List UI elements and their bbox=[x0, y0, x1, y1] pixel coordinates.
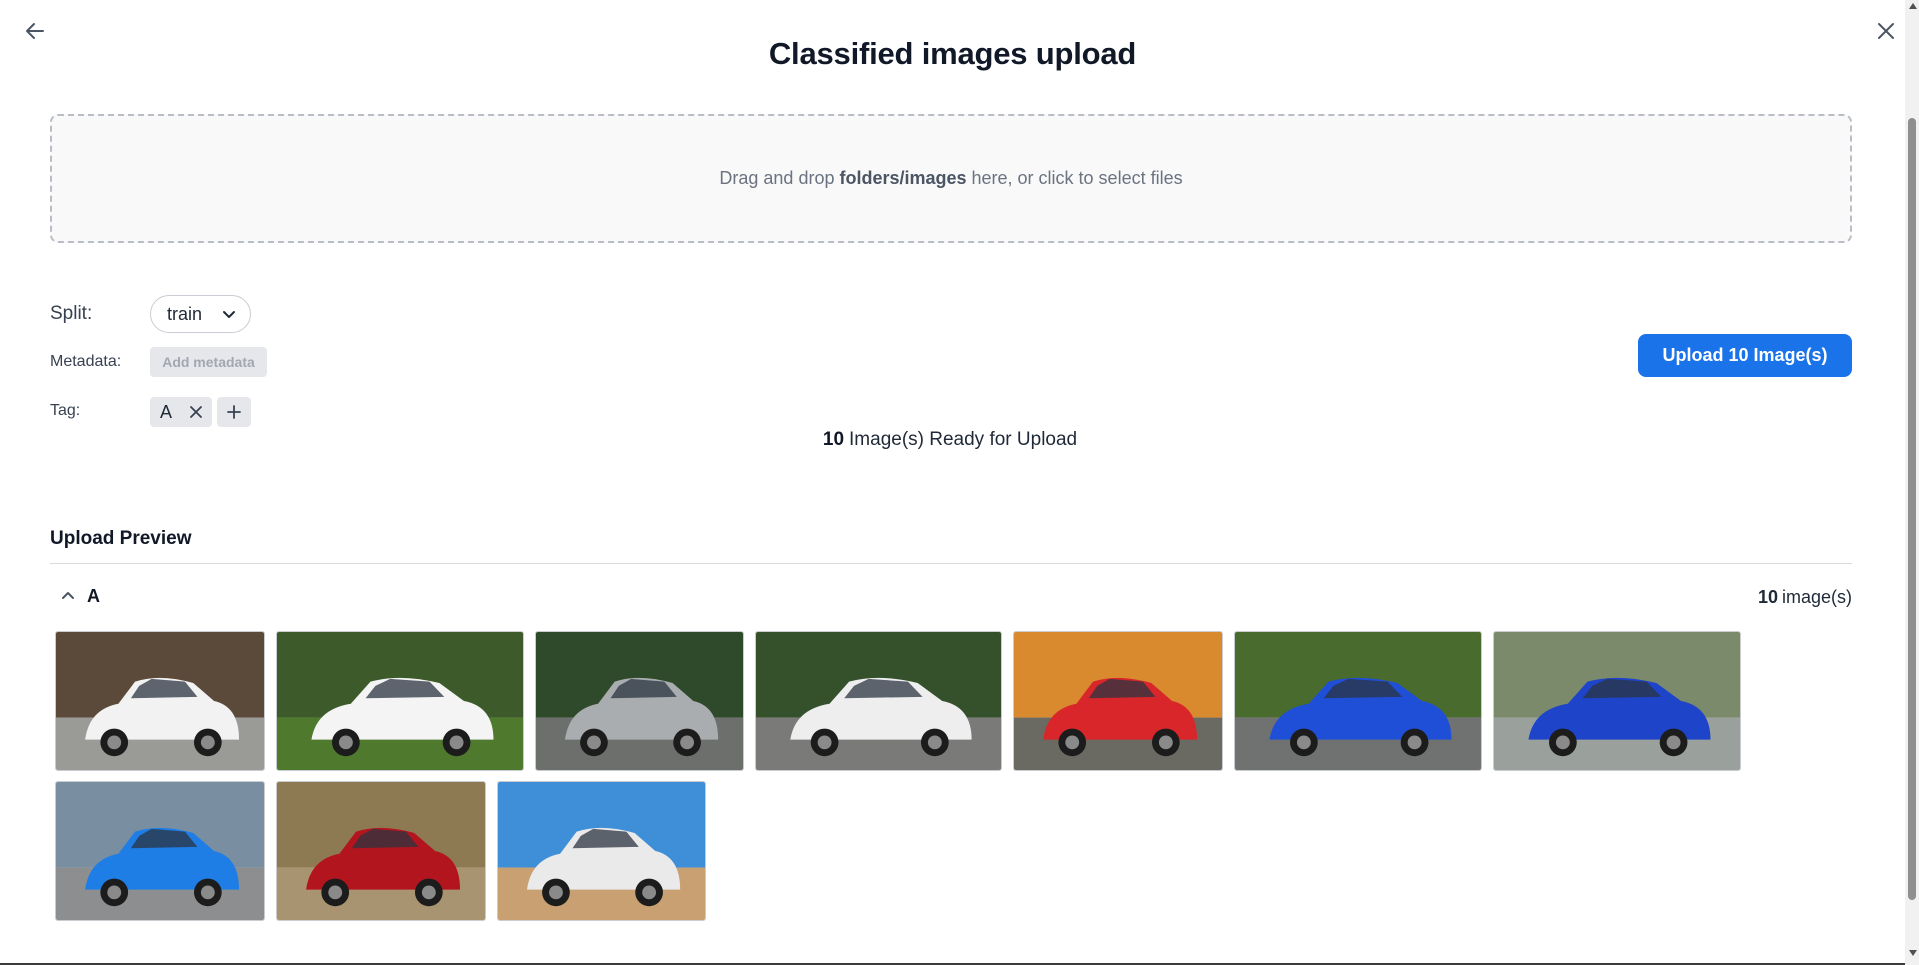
car-photo bbox=[1494, 632, 1740, 770]
scrollbar-thumb[interactable] bbox=[1908, 118, 1916, 900]
dialog-title: Classified images upload bbox=[768, 36, 1137, 71]
image-thumbnail[interactable] bbox=[535, 631, 744, 771]
upload-preview-title: Upload Preview bbox=[50, 528, 192, 549]
ready-status: 10 Image(s) Ready for Upload bbox=[0, 429, 1900, 451]
car-photo bbox=[756, 632, 1001, 770]
split-value: train bbox=[167, 303, 203, 324]
dropzone-text-bold: folders/images bbox=[839, 168, 967, 188]
dropzone-text-before: Drag and drop bbox=[719, 168, 835, 188]
chevron-up-icon bbox=[62, 592, 74, 599]
tag-chip: A bbox=[150, 397, 212, 427]
group-count-label: image(s) bbox=[1781, 587, 1852, 607]
image-thumbnail[interactable] bbox=[276, 631, 524, 771]
close-icon bbox=[1878, 23, 1894, 39]
car-photo bbox=[1014, 632, 1222, 770]
dropzone-text-after: here, or click to select files bbox=[971, 168, 1183, 188]
group-toggle-button[interactable] bbox=[58, 585, 78, 605]
car-photo bbox=[277, 632, 523, 770]
split-select[interactable]: train bbox=[150, 295, 251, 333]
divider bbox=[50, 563, 1852, 564]
split-label: Split: bbox=[50, 303, 93, 324]
image-thumbnail[interactable] bbox=[55, 781, 265, 921]
car-photo bbox=[498, 782, 705, 920]
metadata-label: Metadata: bbox=[50, 353, 122, 370]
close-button[interactable] bbox=[1869, 14, 1903, 48]
scroll-down-arrow-icon[interactable] bbox=[1909, 949, 1917, 957]
chevron-down-icon bbox=[223, 311, 235, 318]
plus-icon bbox=[227, 405, 241, 419]
car-photo bbox=[56, 632, 264, 770]
image-thumbnail[interactable] bbox=[276, 781, 486, 921]
image-thumbnail[interactable] bbox=[1493, 631, 1741, 771]
upload-dialog: Classified images upload Drag and drop f… bbox=[0, 0, 1905, 965]
group-count-number: 10 bbox=[1757, 587, 1778, 607]
image-thumbnail[interactable] bbox=[55, 631, 265, 771]
ready-count: 10 bbox=[822, 429, 845, 450]
car-photo bbox=[1235, 632, 1481, 770]
car-photo bbox=[56, 782, 264, 920]
group-name: A bbox=[87, 586, 100, 606]
car-photo bbox=[536, 632, 743, 770]
upload-button[interactable]: Upload 10 Image(s) bbox=[1638, 334, 1852, 377]
add-tag-button[interactable] bbox=[217, 397, 251, 427]
car-photo bbox=[277, 782, 485, 920]
ready-text: Image(s) Ready for Upload bbox=[849, 429, 1078, 450]
image-thumbnail[interactable] bbox=[755, 631, 1002, 771]
scroll-up-arrow-icon[interactable] bbox=[1909, 2, 1917, 10]
group-image-count: 10 image(s) bbox=[1700, 587, 1852, 608]
file-dropzone[interactable]: Drag and drop folders/images here, or cl… bbox=[50, 114, 1852, 243]
image-thumbnail[interactable] bbox=[1234, 631, 1482, 771]
image-thumbnail[interactable] bbox=[1013, 631, 1223, 771]
tag-label: Tag: bbox=[50, 402, 81, 419]
add-metadata-button[interactable]: Add metadata bbox=[150, 347, 267, 377]
close-icon[interactable] bbox=[189, 405, 203, 419]
tag-chip-label: A bbox=[160, 401, 173, 422]
image-thumbnail[interactable] bbox=[497, 781, 706, 921]
